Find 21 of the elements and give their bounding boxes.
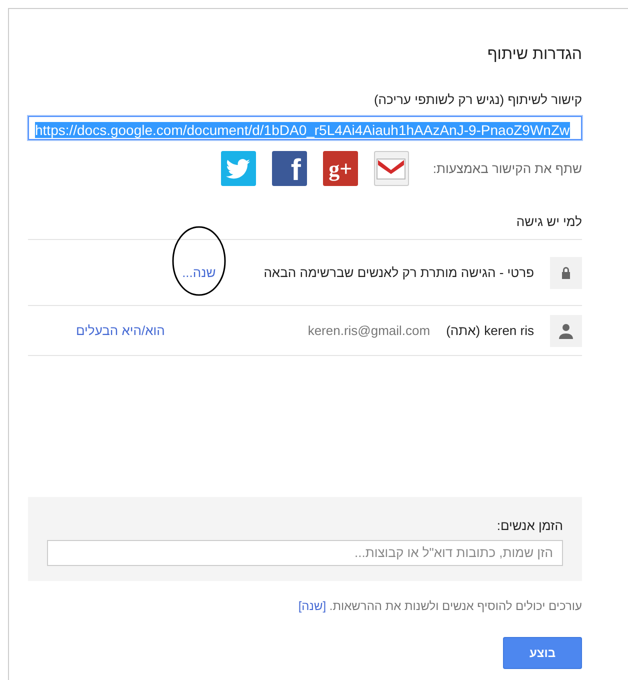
gplus-icon[interactable]: g+ — [322, 151, 358, 186]
change-link[interactable]: שנה... — [166, 262, 216, 282]
link-field[interactable]: https://docs.google.com/document/d/1bDA0_r5L4Ai4Aiauh1hAAzAnJ-9-PnaoZ9WnZw — [28, 116, 582, 140]
invite-label: הזמן אנשים: — [496, 517, 563, 536]
field-label: קישור לשיתוף (נגיש רק לשותפי עריכה) — [374, 91, 582, 110]
access-status: פרטי - הגישה מותרת רק לאנשים שברשימה הבאה — [264, 264, 534, 282]
permissions-note: עורכים יכולים להוסיף אנשים ולשנות את ההרשאות. — [328, 599, 582, 614]
dialog-title: הגדרות שיתוף — [487, 45, 582, 64]
person-email: keren.ris@gmail.com — [308, 322, 430, 340]
person-name: keren ris — [484, 322, 534, 340]
invite-field[interactable]: הזן שמות, כתובות דוא"ל או קבוצות... — [47, 540, 563, 566]
you-tag: (אתה) — [446, 320, 480, 340]
change-link[interactable]: [שנה] — [298, 599, 326, 614]
lock-icon — [550, 256, 582, 289]
person-icon — [550, 314, 582, 347]
done-button[interactable]: בוצע — [503, 637, 582, 670]
facebook-icon[interactable]: f — [272, 151, 307, 186]
owner-role[interactable]: הוא/היא הבעלים — [76, 320, 165, 340]
section-heading: למי יש גישה — [516, 212, 582, 231]
share-label: שתף את הקישור באמצעות: — [432, 160, 582, 178]
mail-icon[interactable] — [374, 151, 409, 186]
